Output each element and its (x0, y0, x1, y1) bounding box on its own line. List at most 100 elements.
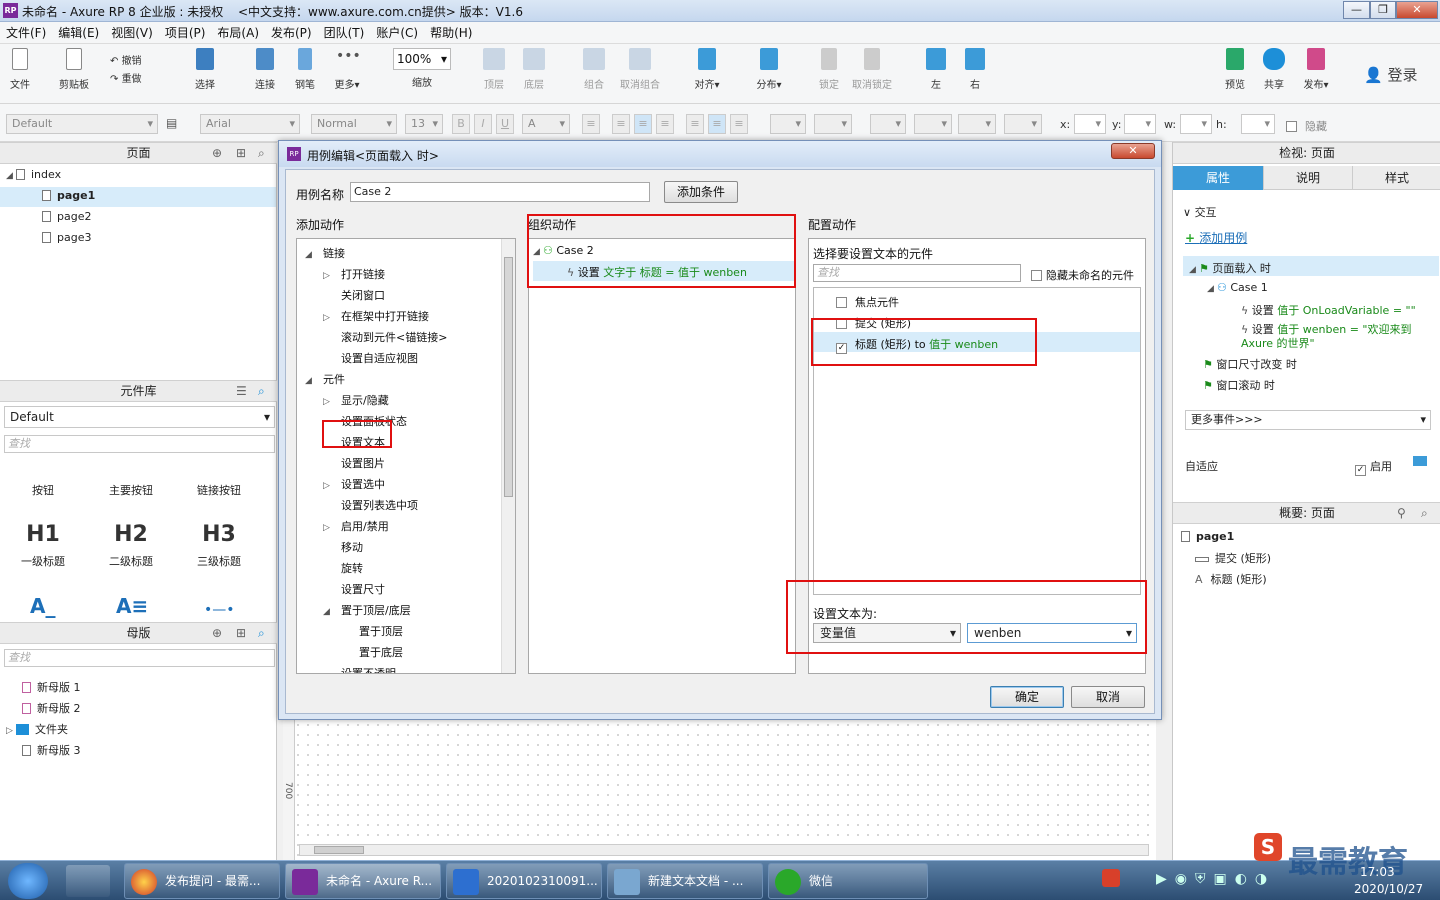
more-events-select[interactable]: 更多事件>>> ▾ (1185, 410, 1431, 430)
widget-list-item-title[interactable]: ✓ 标题 (矩形) to 值于 wenben (836, 336, 998, 354)
action-item[interactable]: 旋转 (323, 560, 363, 576)
widget-list[interactable]: 焦点元件 提交 (矩形) ✓ 标题 (矩形) to 值于 wenben (813, 287, 1141, 595)
menu-layout[interactable]: 布局(A) (211, 22, 265, 44)
paragraph-widget-icon[interactable]: A≡ (116, 594, 148, 618)
action-item[interactable]: ▷ 在框架中打开链接 (323, 308, 429, 324)
align-right-text-icon[interactable]: ≡ (656, 114, 674, 134)
tray-icons[interactable]: ▶◉⛨▣◐◑ (1156, 871, 1275, 887)
widget-list-item-submit[interactable]: 提交 (矩形) (836, 315, 911, 331)
masters-search-input[interactable]: 查找 (4, 649, 275, 667)
action-item[interactable]: ▷ 启用/禁用 (323, 518, 389, 534)
widget-h1[interactable]: H1 一级标题 (14, 522, 72, 569)
menu-account[interactable]: 账户(C) (370, 22, 424, 44)
action-item[interactable]: 置于顶层 (341, 623, 403, 639)
page-item-page3[interactable]: page3 (42, 231, 91, 244)
line-width-select[interactable] (914, 114, 952, 134)
size-select[interactable]: 13 (405, 114, 443, 134)
add-folder-icon[interactable]: ⊞ (236, 623, 246, 643)
master-item[interactable]: 新母版 2 (22, 700, 81, 716)
action-item[interactable]: 设置图片 (323, 455, 385, 471)
line-color-select[interactable] (870, 114, 906, 134)
close-window-button[interactable]: ✕ (1396, 1, 1438, 19)
case-item[interactable]: ◢ ⚇ Case 1 (1207, 281, 1268, 294)
undo-button[interactable]: ↶ 撤销 (110, 52, 142, 67)
y-input[interactable] (1124, 114, 1156, 134)
organize-action-item[interactable]: ϟ 设置 文字于 标题 = 值于 wenben (567, 264, 747, 280)
task-axure[interactable]: 未命名 - Axure R... (285, 863, 441, 899)
task-wechat[interactable]: 微信 (768, 863, 928, 899)
font-select[interactable]: Arial (200, 114, 300, 134)
add-case-link[interactable]: + 添加用例 (1185, 229, 1247, 246)
horizontal-scrollbar[interactable] (299, 844, 1149, 856)
task-notepad[interactable]: 新建文本文档 - ... (607, 863, 763, 899)
action-category[interactable]: ◢ 元件 (305, 371, 345, 387)
scrollbar-thumb[interactable] (314, 846, 364, 854)
text-label-widget-icon[interactable]: A_ (30, 594, 55, 618)
fill-color-select[interactable] (770, 114, 806, 134)
library-select[interactable]: Default ▾ (4, 406, 275, 428)
task-browser[interactable]: 发布提问 - 最需... (124, 863, 280, 899)
distribute-button[interactable]: 分布▾ (752, 48, 786, 91)
vertical-scrollbar[interactable] (501, 239, 515, 673)
action-item[interactable]: 设置列表选中项 (323, 497, 418, 513)
line-widget-icon[interactable]: •—• (204, 602, 235, 618)
variable-select[interactable]: wenben ▾ (967, 623, 1137, 643)
menu-file[interactable]: 文件(F) (0, 22, 52, 44)
task-document[interactable]: 2020102310091... (446, 863, 602, 899)
login-button[interactable]: 👤 登录 (1364, 64, 1417, 85)
action-item[interactable]: 设置尺寸 (323, 581, 385, 597)
widget-h2[interactable]: H2 二级标题 (100, 522, 162, 569)
widget-link-button[interactable]: 链接按钮 (188, 482, 250, 498)
design-canvas[interactable]: 700 (283, 720, 1156, 860)
bullet-icon[interactable]: ≡ (582, 114, 600, 134)
action-item[interactable]: 设置不透明 (323, 665, 396, 673)
cancel-button[interactable]: 取消 (1071, 686, 1145, 708)
master-folder[interactable]: ▷ 文件夹 (6, 721, 68, 737)
h-input[interactable] (1241, 114, 1275, 134)
outline-page[interactable]: page1 (1181, 530, 1234, 543)
select-button[interactable]: 选择 (180, 48, 230, 91)
add-master-icon[interactable]: ⊕ (212, 623, 222, 643)
action-item[interactable]: ▷ 设置选中 (323, 476, 385, 492)
event-window-resize[interactable]: ⚑ 窗口尺寸改变 时 (1203, 356, 1297, 372)
hide-checkbox[interactable]: 隐藏 (1286, 118, 1327, 134)
menu-edit[interactable]: 编辑(E) (52, 22, 105, 44)
event-page-load[interactable]: ◢ ⚑ 页面载入 时 (1189, 260, 1271, 276)
event-window-scroll[interactable]: ⚑ 窗口滚动 时 (1203, 377, 1275, 393)
outline-item-submit[interactable]: 提交 (矩形) (1195, 550, 1271, 566)
clock-time[interactable]: 17:03 (1360, 865, 1395, 879)
action-item[interactable]: 置于底层 (341, 644, 403, 660)
publish-button[interactable]: 发布▾ (1300, 48, 1332, 91)
action-item[interactable]: ▷ 显示/隐藏 (323, 392, 389, 408)
page-item-page1[interactable]: page1 (42, 189, 95, 202)
action-item[interactable]: ϟ 设置 值于 OnLoadVariable = "" (1241, 302, 1416, 318)
font-color-select[interactable]: A (522, 114, 570, 134)
organize-case-item[interactable]: ◢ ⚇ Case 2 (533, 244, 594, 257)
left-button[interactable]: 左 (924, 48, 948, 91)
library-search-input[interactable]: 查找 (4, 435, 275, 453)
action-item[interactable]: 设置面板状态 (323, 413, 407, 429)
page-item-page2[interactable]: page2 (42, 210, 91, 223)
shadow-select[interactable] (814, 114, 852, 134)
search-icon[interactable]: ⌕ (258, 143, 265, 163)
action-category[interactable]: ◢ 链接 (305, 245, 345, 261)
widget-search-input[interactable]: 查找 (813, 264, 1021, 282)
start-button[interactable] (8, 863, 48, 899)
file-button[interactable]: 文件 (6, 48, 34, 91)
line-style-select[interactable] (958, 114, 996, 134)
unlock-button[interactable]: 取消锁定 (852, 48, 892, 91)
add-folder-icon[interactable]: ⊞ (236, 143, 246, 163)
menu-view[interactable]: 视图(V) (105, 22, 159, 44)
page-tree-root[interactable]: ◢ index (6, 168, 61, 181)
lock-button[interactable]: 锁定 (816, 48, 842, 91)
interaction-section[interactable]: ∨ 交互 (1183, 204, 1217, 220)
action-item[interactable]: ◢ 置于顶层/底层 (323, 602, 411, 618)
arrow-style-select[interactable] (1004, 114, 1042, 134)
zoom-select[interactable]: 100% ▾ (393, 48, 451, 70)
align-button[interactable]: 对齐▾ (690, 48, 724, 91)
connect-button[interactable]: 连接 (252, 48, 278, 91)
maximize-button[interactable]: ❐ (1370, 1, 1396, 19)
action-item[interactable]: 设置文本 (323, 434, 385, 450)
menu-help[interactable]: 帮助(H) (424, 22, 478, 44)
send-bottom-button[interactable]: 底层 (520, 48, 548, 91)
